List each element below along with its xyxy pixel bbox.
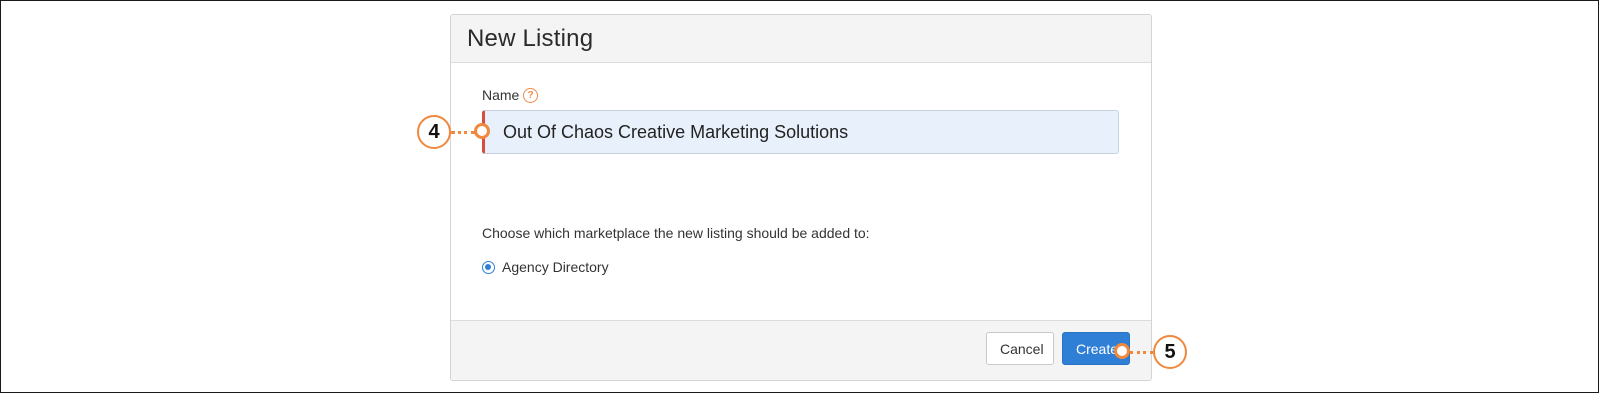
marketplace-option-agency-directory[interactable]: Agency Directory (482, 259, 609, 275)
step-5-target-marker (1114, 343, 1130, 359)
step-5-connector (1130, 351, 1153, 354)
radio-selected-icon[interactable] (482, 260, 495, 274)
help-icon[interactable]: ? (523, 88, 538, 103)
dialog-title: New Listing (467, 24, 594, 52)
cancel-button[interactable]: Cancel (986, 332, 1054, 365)
marketplace-prompt: Choose which marketplace the new listing… (482, 225, 870, 241)
step-4-callout: 4 (417, 115, 451, 149)
step-4-target-marker (474, 123, 490, 139)
step-4-connector (451, 131, 475, 134)
dialog-header: New Listing (451, 15, 1151, 63)
new-listing-dialog: New Listing Name ? Choose which marketpl… (450, 14, 1152, 381)
dialog-body: Name ? Choose which marketplace the new … (451, 63, 1151, 321)
step-5-callout: 5 (1153, 335, 1187, 369)
dialog-footer: Cancel Create (451, 320, 1151, 380)
name-label: Name (482, 87, 520, 103)
marketplace-option-label: Agency Directory (502, 259, 609, 275)
listing-name-input[interactable] (482, 110, 1119, 154)
